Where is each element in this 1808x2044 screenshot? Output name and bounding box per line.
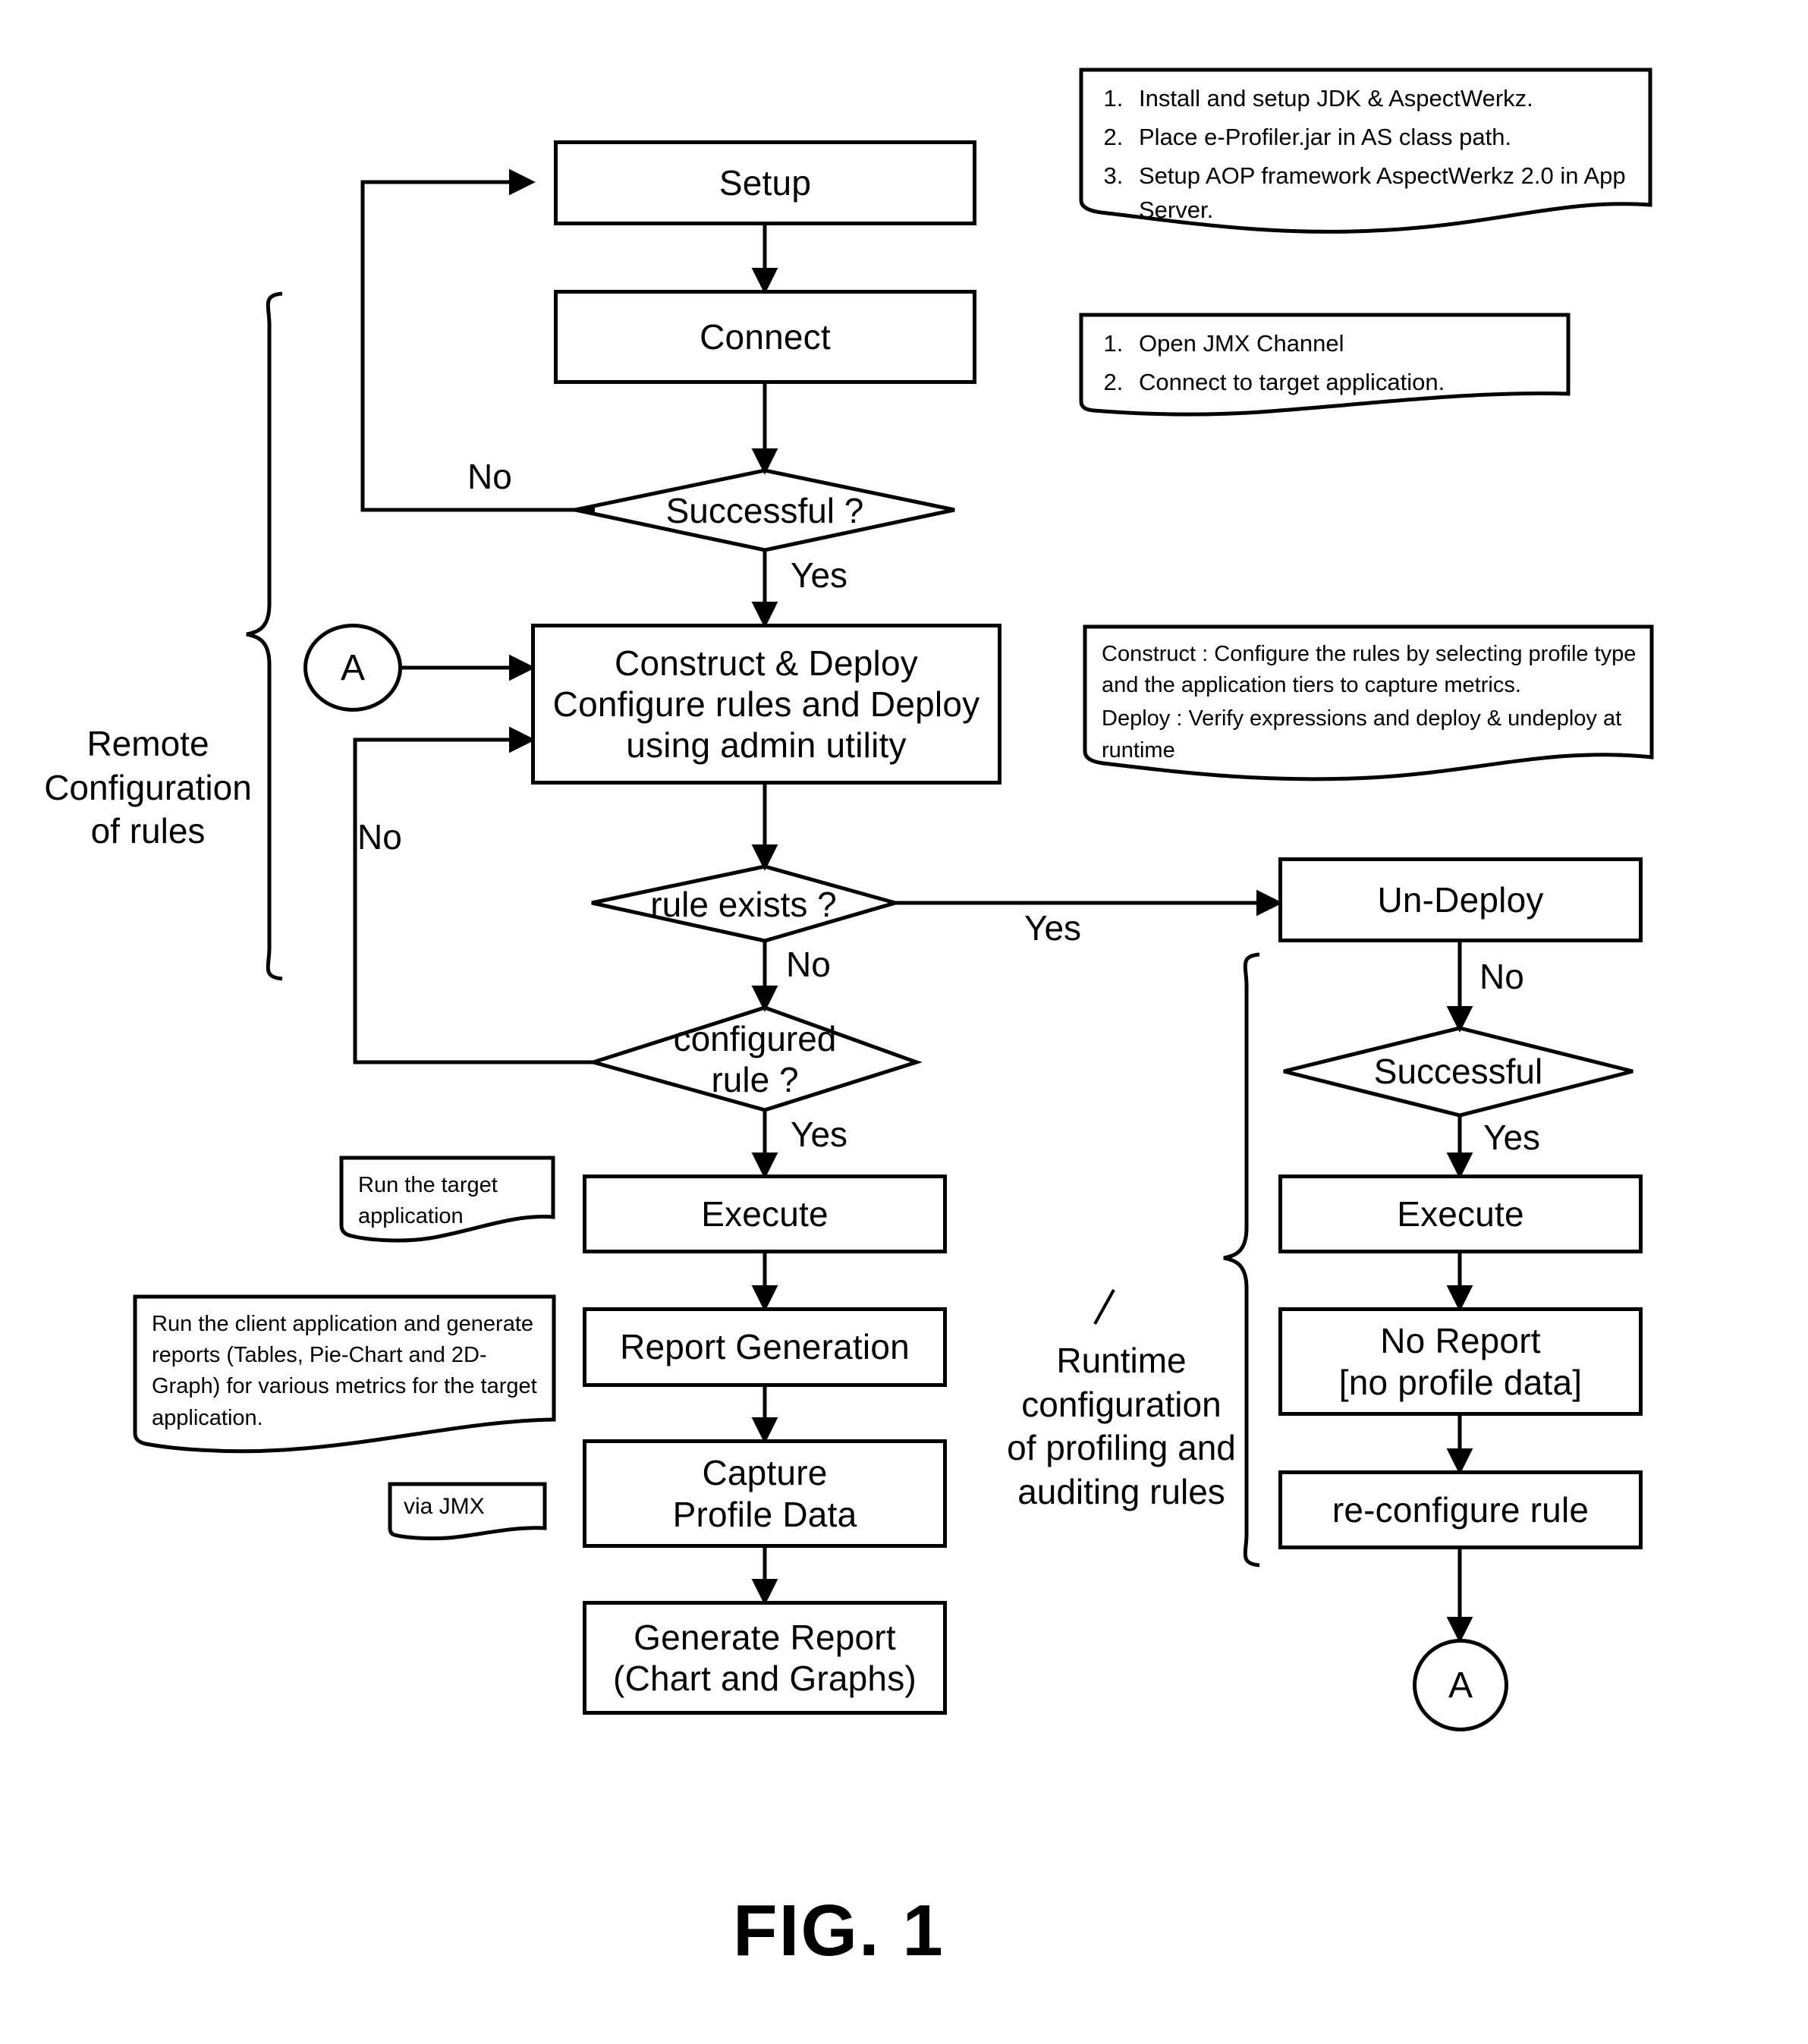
edge-configured-no-loop: [353, 726, 595, 1064]
node-configured-rule-decision[interactable]: configured rule ?: [593, 1008, 917, 1111]
note-list-item: Install and setup JDK & AspectWerkz.: [1130, 82, 1637, 116]
note-run-target-application: Run the target application: [338, 1155, 556, 1244]
brace-remote-configuration: [246, 291, 283, 981]
node-successful-right-decision[interactable]: Successful: [1284, 1028, 1633, 1115]
note-run-client-application: Run the client application and generate …: [132, 1294, 557, 1462]
node-execute-left[interactable]: Execute: [583, 1175, 947, 1253]
node-capture-profile-data[interactable]: Capture Profile Data: [583, 1439, 947, 1548]
edge-label-rule-exists-yes: Yes: [1024, 908, 1082, 948]
note-list: Open JMX Channel Connect to target appli…: [1098, 327, 1555, 400]
note-list-item: Open JMX Channel: [1130, 327, 1555, 361]
note-body: via JMX: [404, 1494, 485, 1519]
node-construct-deploy[interactable]: Construct & Deploy Configure rules and D…: [531, 624, 1001, 785]
note-body: Install and setup JDK & AspectWerkz. Pla…: [1078, 67, 1653, 240]
note-body: Run the target application: [358, 1173, 498, 1229]
edge-label-configured-yes: Yes: [791, 1115, 848, 1154]
note-list: Install and setup JDK & AspectWerkz. Pla…: [1098, 82, 1637, 228]
note-body: Open JMX Channel Connect to target appli…: [1078, 312, 1571, 412]
note-construct-deploy-detail: Construct : Configure the rules by selec…: [1082, 624, 1655, 785]
note-list-item: Connect to target application.: [1130, 366, 1555, 400]
edge-label-undeploy-no: No: [1479, 957, 1524, 996]
edge-label-construct-loop-no: No: [357, 817, 402, 857]
edge-label-successful-right-yes: Yes: [1483, 1118, 1541, 1157]
node-re-configure-rule[interactable]: re-configure rule: [1278, 1470, 1643, 1549]
note-body: Construct : Configure the rules by selec…: [1082, 624, 1655, 776]
decision-label: Successful ?: [665, 490, 864, 530]
node-setup[interactable]: Setup: [554, 140, 976, 225]
edge-label-successful-no: No: [467, 457, 512, 496]
note-list-item: Setup AOP framework AspectWerkz 2.0 in A…: [1130, 159, 1637, 228]
brace-label-runtime-configuration: Runtime configuration of profiling and a…: [1007, 1341, 1236, 1511]
note-connect-steps: Open JMX Channel Connect to target appli…: [1078, 312, 1571, 418]
decision-label: rule exists ?: [650, 884, 837, 924]
decision-label: Successful: [1373, 1052, 1543, 1092]
note-via-jmx: via JMX: [387, 1481, 548, 1542]
brace-runtime-pointer: [1093, 1289, 1115, 1325]
decision-label: configured rule ?: [673, 1018, 837, 1099]
node-rule-exists-decision[interactable]: rule exists ?: [592, 866, 895, 942]
note-setup-steps: Install and setup JDK & AspectWerkz. Pla…: [1078, 67, 1653, 244]
note-line: Construct : Configure the rules by selec…: [1102, 642, 1637, 698]
node-report-generation[interactable]: Report Generation: [583, 1307, 947, 1387]
brace-label-remote-configuration: Remote Configuration of rules: [44, 724, 252, 851]
node-connect[interactable]: Connect: [554, 290, 976, 384]
node-no-report[interactable]: No Report [no profile data]: [1278, 1307, 1643, 1416]
patent-figure-1: Setup Connect Successful ? Construct & D…: [0, 0, 1808, 2044]
connector-a-left[interactable]: A: [303, 624, 402, 712]
note-body: Run the client application and generate …: [152, 1312, 537, 1430]
node-generate-report[interactable]: Generate Report (Chart and Graphs): [583, 1601, 947, 1715]
figure-caption: FIG. 1: [733, 1890, 945, 1971]
node-execute-right[interactable]: Execute: [1278, 1175, 1643, 1253]
edge-label-successful-yes: Yes: [791, 555, 848, 595]
edge-label-rule-exists-no: No: [786, 945, 831, 984]
node-un-deploy[interactable]: Un-Deploy: [1278, 857, 1643, 942]
note-list-item: Place e-Profiler.jar in AS class path.: [1130, 121, 1637, 155]
node-successful-decision[interactable]: Successful ?: [575, 470, 954, 551]
connector-a-bottom[interactable]: A: [1413, 1639, 1508, 1731]
note-line: Deploy : Verify expressions and deploy &…: [1102, 706, 1622, 763]
